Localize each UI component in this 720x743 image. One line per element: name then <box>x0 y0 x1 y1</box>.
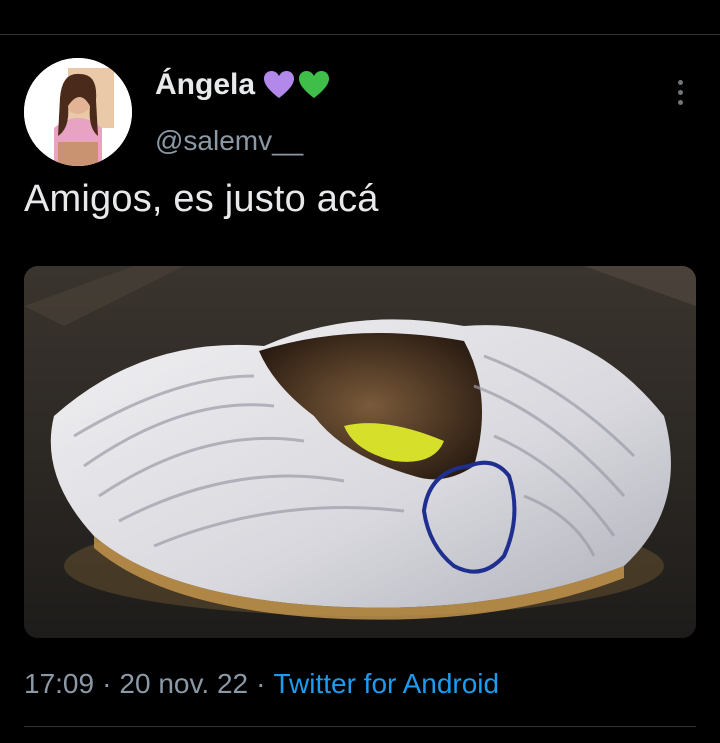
stadium-photo <box>24 266 696 638</box>
tweet-date[interactable]: 20 nov. 22 <box>119 668 248 700</box>
more-options-icon[interactable] <box>666 76 694 108</box>
tweet-image[interactable] <box>24 266 696 638</box>
separator-dot: · <box>102 668 112 699</box>
author-handle[interactable]: @salemv__ <box>155 125 303 157</box>
author-display-name-row[interactable]: Ángela <box>155 68 330 102</box>
tweet-metadata: 17:09 · 20 nov. 22 · Twitter for Android <box>24 668 499 700</box>
avatar[interactable] <box>24 58 132 166</box>
purple-heart-icon <box>264 71 295 98</box>
display-name[interactable]: Ángela <box>155 68 255 102</box>
tweet-time[interactable]: 17:09 <box>24 668 94 700</box>
separator-dot: · <box>256 668 266 699</box>
tweet-text: Amigos, es justo acá <box>24 178 379 220</box>
bottom-divider <box>24 726 696 727</box>
profile-photo <box>24 58 132 166</box>
green-heart-icon <box>299 71 330 98</box>
tweet-source-link[interactable]: Twitter for Android <box>273 668 499 700</box>
top-divider <box>0 34 720 35</box>
name-emoji <box>263 70 330 100</box>
